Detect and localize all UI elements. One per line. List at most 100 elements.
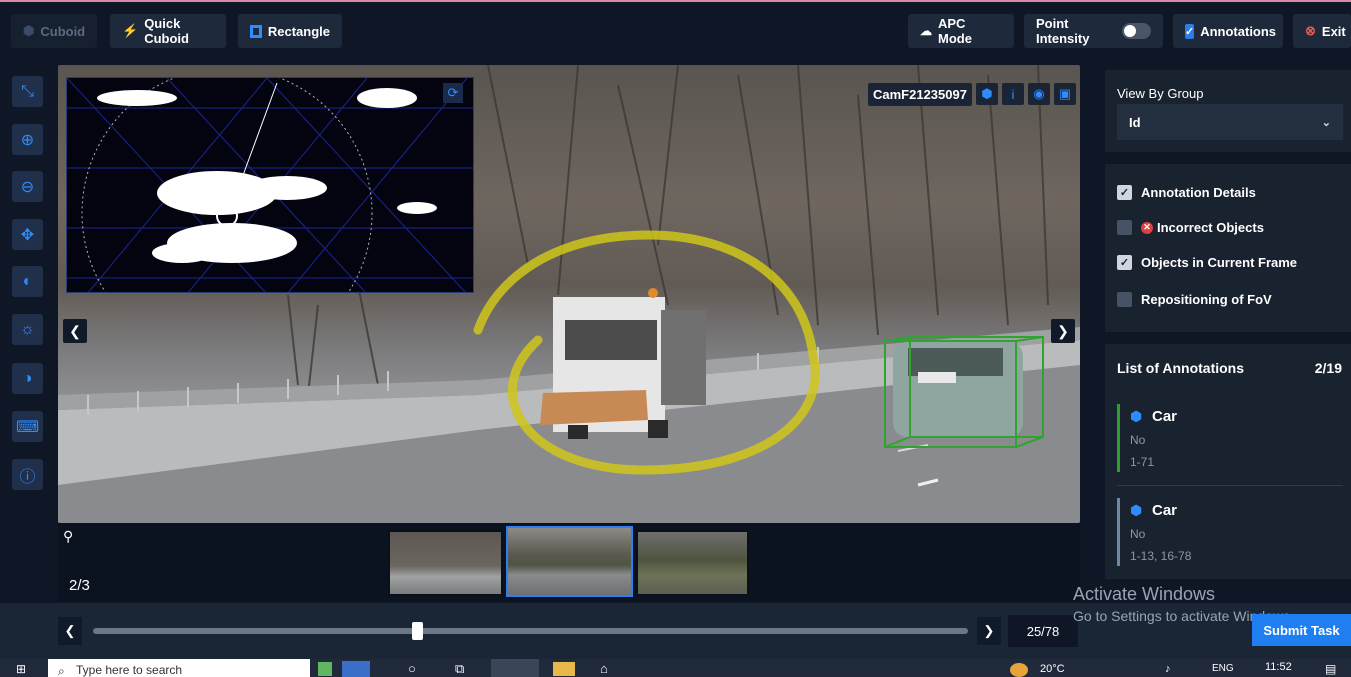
zoom-out-icon: ⊖ — [20, 178, 35, 196]
task-view-icon[interactable]: ○ — [408, 661, 416, 676]
contrast-button[interactable]: ◑ — [12, 363, 43, 394]
system-clock[interactable]: 11:52 — [1265, 661, 1292, 673]
zoom-out-button[interactable]: ⊖ — [12, 171, 43, 202]
chevron-left-icon: ❮ — [69, 322, 81, 339]
lock-button[interactable]: ▣ — [1053, 83, 1076, 105]
magnifier-icon[interactable]: ⚲ — [63, 528, 73, 545]
zoom-in-button[interactable]: ⊕ — [12, 124, 43, 155]
repositioning-checkbox[interactable] — [1117, 292, 1132, 307]
info-icon: i — [1011, 86, 1015, 102]
option-annotation-details[interactable]: ✓ Annotation Details — [1117, 185, 1256, 200]
file-explorer-icon[interactable] — [553, 662, 575, 676]
camera-thumbnail-2[interactable] — [506, 526, 633, 597]
contrast-icon: ◑ — [22, 369, 33, 387]
annotation-details-checkbox[interactable]: ✓ — [1117, 185, 1132, 200]
orientation-button[interactable]: ◐ — [12, 266, 43, 297]
annotations-toggle-button[interactable]: ✓ Annotations — [1173, 14, 1283, 48]
half-circle-icon: ◐ — [22, 272, 33, 290]
rectangle-icon — [250, 24, 262, 38]
visibility-button[interactable]: ◉ — [1027, 83, 1050, 105]
annotations-checkbox[interactable]: ✓ — [1185, 23, 1195, 39]
frame-index: 2/3 — [69, 577, 90, 594]
annotation-accent-bar — [1117, 404, 1120, 472]
collapse-icon: ⤡ — [21, 82, 34, 100]
chevron-right-icon: ❯ — [983, 623, 995, 638]
lidar-minimap[interactable]: ⟳ — [66, 77, 474, 293]
app-icon[interactable]: ⌂ — [600, 661, 608, 676]
view-by-group-select[interactable]: Id ⌄ — [1117, 104, 1343, 140]
info-icon: ⓘ — [19, 468, 36, 486]
search-icon: ⌕ — [58, 664, 65, 677]
refresh-button[interactable]: ⟳ — [443, 83, 463, 103]
prev-camera-button[interactable]: ❮ — [63, 319, 87, 343]
next-camera-button[interactable]: ❯ — [1051, 319, 1075, 343]
fit-view-button[interactable]: ✥ — [12, 219, 43, 250]
chevron-left-icon: ❮ — [64, 623, 76, 638]
camera-toolbar: CamF21235097 ⬢ i ◉ ▣ — [868, 82, 1076, 106]
divider — [1117, 485, 1343, 486]
news-icon[interactable] — [342, 661, 370, 677]
lidar-point-cloud — [67, 78, 473, 292]
brightness-button[interactable]: ☼ — [12, 314, 43, 345]
error-icon: ✕ — [1141, 221, 1153, 234]
annotation-list-count: 2/19 — [1314, 360, 1342, 376]
info-button[interactable]: ⓘ — [12, 459, 43, 490]
option-objects-in-current-frame[interactable]: ✓ Objects in Current Frame — [1117, 255, 1297, 270]
windows-start-icon[interactable]: ⊞ — [16, 662, 26, 676]
camera-thumbnail-3[interactable] — [636, 530, 749, 596]
chevron-down-icon: ⌄ — [1321, 116, 1331, 129]
objects-in-frame-checkbox[interactable]: ✓ — [1117, 255, 1132, 270]
keyboard-icon: ⌨ — [15, 418, 40, 436]
refresh-icon: ⟳ — [447, 85, 459, 100]
lock-icon: ▣ — [1058, 86, 1072, 101]
cube-icon: ⬢ — [1130, 502, 1143, 518]
view-by-group-panel: View By Group Id ⌄ — [1105, 70, 1351, 152]
volume-icon[interactable]: ♪ — [1165, 663, 1171, 675]
windows-taskbar: ⊞ ⌕ Type here to search ○ ⧉ ⌂ 20°C ♪ ENG… — [0, 659, 1351, 677]
activate-windows-title: Activate Windows — [1073, 584, 1216, 604]
camera-name: CamF21235097 — [868, 82, 972, 106]
incorrect-objects-checkbox[interactable] — [1117, 220, 1132, 235]
multitask-icon[interactable]: ⧉ — [455, 661, 464, 677]
camera-info-button[interactable]: i — [1001, 83, 1024, 105]
annotation-list-panel: List of Annotations 2/19 ⬢ Car No 1-71 ⬢… — [1105, 344, 1351, 579]
lightning-icon: ⚡ — [122, 23, 139, 38]
cube-icon: ⬢ — [23, 23, 35, 38]
chevron-right-icon: ❯ — [1057, 322, 1069, 339]
next-frame-button[interactable]: ❯ — [977, 617, 1001, 645]
submit-task-button[interactable]: Submit Task — [1252, 614, 1351, 646]
cube-icon: ⬢ — [1130, 408, 1143, 424]
rectangle-button[interactable]: Rectangle — [238, 14, 342, 48]
camera-thumbnail-1[interactable] — [388, 530, 503, 596]
annotation-list-item[interactable]: ⬢ Car No 1-13, 16-78 — [1117, 498, 1343, 568]
weather-icon — [1010, 663, 1028, 677]
view-by-group-label: View By Group — [1117, 86, 1204, 101]
exit-button[interactable]: ⊗ Exit — [1293, 14, 1351, 48]
annotation-list-item[interactable]: ⬢ Car No 1-71 — [1117, 404, 1343, 474]
cloud-upload-icon: ☁ — [920, 24, 932, 38]
frame-slider-thumb[interactable] — [411, 622, 423, 640]
option-repositioning-of-fov[interactable]: Repositioning of FoV — [1117, 292, 1272, 307]
edge-browser-icon[interactable] — [491, 659, 539, 677]
annotation-list-title: List of Annotations — [1117, 360, 1245, 376]
apc-mode-button[interactable]: ☁ APC Mode — [908, 14, 1014, 48]
taskbar-search-input[interactable]: ⌕ Type here to search — [48, 659, 310, 677]
quick-cuboid-button[interactable]: ⚡ Quick Cuboid — [110, 14, 226, 48]
top-toolbar: ⬢ Cuboid ⚡ Quick Cuboid Rectangle ☁ APC … — [0, 0, 1351, 60]
collapse-tool-button[interactable]: ⤡ — [12, 76, 43, 107]
cuboid-button[interactable]: ⬢ Cuboid — [11, 14, 97, 48]
frame-slider-track[interactable] — [93, 628, 968, 634]
cube-view-button[interactable]: ⬢ — [975, 83, 998, 105]
prev-frame-button[interactable]: ❮ — [58, 617, 82, 645]
widget-icon[interactable] — [318, 662, 332, 676]
keyboard-shortcuts-button[interactable]: ⌨ — [12, 411, 43, 442]
annotation-accent-bar — [1117, 498, 1120, 566]
point-intensity-control[interactable]: Point Intensity — [1024, 14, 1163, 48]
zoom-in-icon: ⊕ — [20, 131, 35, 149]
point-intensity-toggle[interactable] — [1122, 23, 1151, 39]
option-incorrect-objects[interactable]: ✕ Incorrect Objects — [1117, 220, 1264, 235]
notifications-icon[interactable]: ▤ — [1325, 662, 1336, 676]
input-language[interactable]: ENG — [1212, 663, 1234, 674]
sun-icon: ☼ — [20, 320, 35, 338]
eye-icon: ◉ — [1033, 86, 1045, 101]
